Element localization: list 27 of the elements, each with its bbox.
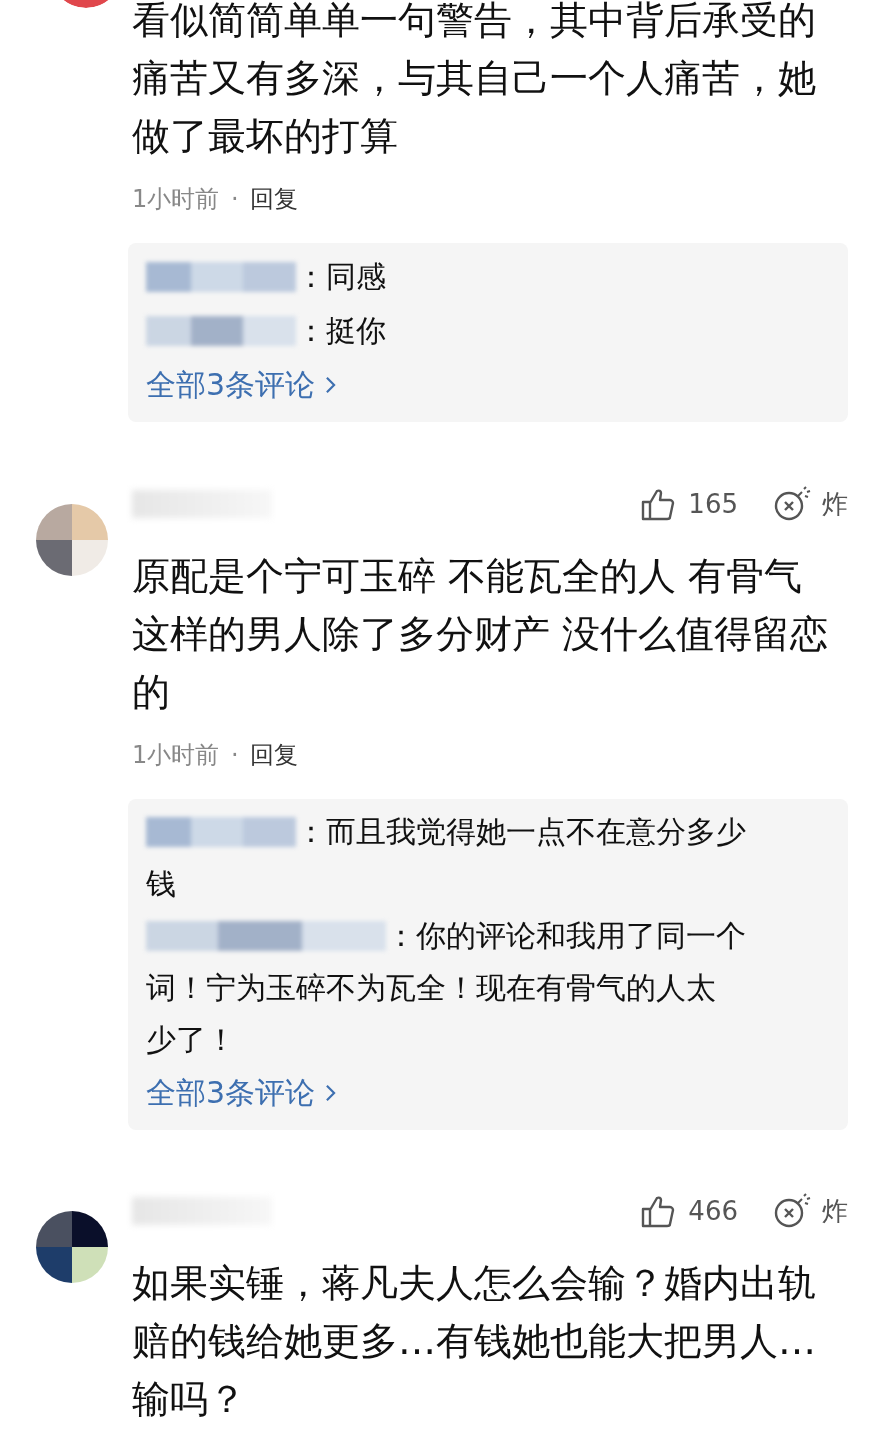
- separator-dot: ·: [230, 741, 239, 769]
- reply-text: 词！宁为玉碎不为瓦全！现在有骨气的人太 少了！: [146, 969, 716, 1059]
- bomb-icon[interactable]: [772, 1193, 812, 1229]
- like-count: 466: [688, 1196, 738, 1226]
- reply-text: ：挺你: [296, 312, 386, 350]
- timestamp: 1小时前: [132, 185, 220, 213]
- all-comments-link[interactable]: 全部3条评论: [146, 358, 337, 412]
- thumbs-up-icon[interactable]: [640, 486, 677, 522]
- chevron-right-icon: [325, 1084, 337, 1102]
- reply-text: ：而且我觉得她一点不在意分多少: [296, 813, 746, 851]
- bomb-label[interactable]: 炸: [822, 486, 848, 522]
- bomb-icon[interactable]: [772, 486, 812, 522]
- reply-text: 钱: [146, 865, 176, 903]
- reply-text: ：同感: [296, 258, 386, 296]
- all-comments-link[interactable]: 全部3条评论: [146, 1066, 337, 1120]
- reply-text: ：你的评论和我用了同一个: [386, 917, 746, 955]
- like-count: 165: [688, 489, 738, 519]
- thumbs-up-icon[interactable]: [640, 1193, 677, 1229]
- timestamp: 1小时前: [132, 741, 220, 769]
- reply-link[interactable]: 回复: [250, 741, 299, 769]
- comment-text: 看似简简单单一句警告，其中背后承受的 痛苦又有多深，与其自己一个人痛苦，她 做了最坏的打算: [132, 0, 817, 160]
- bomb-label[interactable]: 炸: [822, 1193, 848, 1229]
- separator-dot: ·: [230, 185, 239, 213]
- comment-text: 原配是个宁可玉碎 不能瓦全的人 有骨气 这样的男人除了多分财产 没什么值得留恋 的: [132, 553, 830, 716]
- reply-link[interactable]: 回复: [250, 185, 299, 213]
- chevron-right-icon: [325, 376, 337, 394]
- comment-text: 如果实锤，蒋凡夫人怎么会输？婚内出轨 赔的钱给她更多…有钱她也能大把男人… 输吗？: [132, 1260, 817, 1423]
